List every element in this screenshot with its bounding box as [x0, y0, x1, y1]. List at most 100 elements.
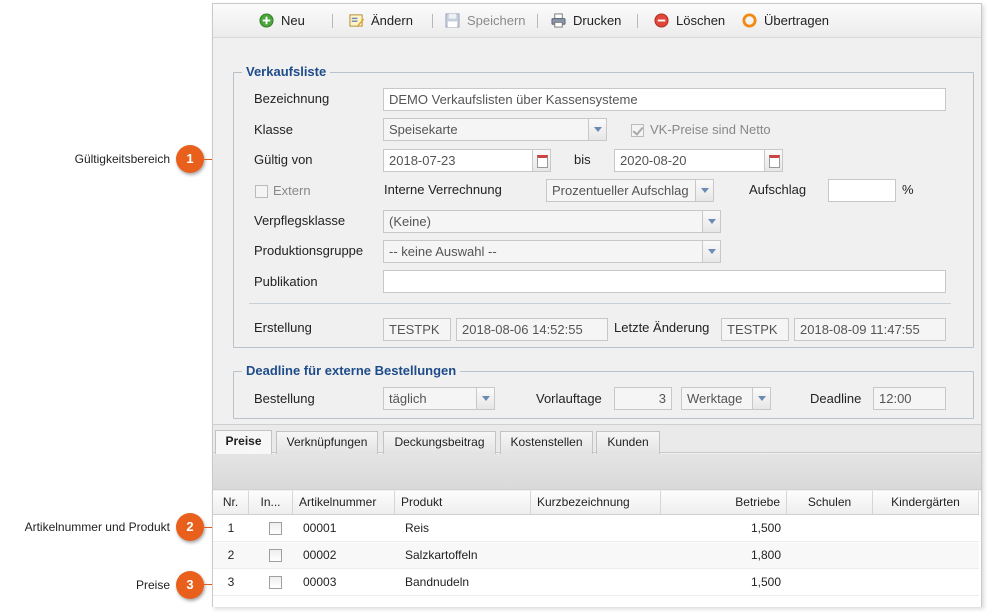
- tab-bar: Preise Verknüpfungen Deckungsbeitrag Kos…: [213, 424, 981, 454]
- publikation-label: Publikation: [254, 274, 318, 289]
- column-header-schulen[interactable]: Schulen: [787, 491, 873, 515]
- vk-netto-checkbox[interactable]: [631, 124, 644, 137]
- column-header-betriebe[interactable]: Betriebe: [661, 491, 787, 515]
- cell-betriebe: 1,800: [750, 548, 781, 562]
- plus-icon: [259, 13, 274, 28]
- cell-artikelnummer: 00001: [303, 521, 337, 535]
- verpflegsklasse-select[interactable]: (Keine): [383, 210, 721, 233]
- divider: [249, 303, 951, 304]
- cell-betriebe: 1,500: [750, 575, 781, 589]
- interne-verrechnung-select[interactable]: Prozentueller Aufschlag: [546, 179, 714, 202]
- table-row[interactable]: 2 00002 Salzkartoffeln 1,800: [213, 543, 979, 569]
- bestellung-select[interactable]: täglich: [383, 387, 495, 410]
- aenderung-date: 2018-08-09 11:47:55: [794, 318, 946, 341]
- calendar-icon[interactable]: [532, 150, 550, 171]
- column-header-produkt[interactable]: Produkt: [395, 491, 531, 515]
- bezeichnung-input[interactable]: DEMO Verkaufslisten über Kassensysteme: [383, 88, 946, 111]
- tab-kostenstellen[interactable]: Kostenstellen: [500, 431, 593, 454]
- chevron-down-icon[interactable]: [752, 388, 770, 409]
- interne-verrechnung-value: Prozentueller Aufschlag: [552, 183, 689, 198]
- vorlauftage-label: Vorlauftage: [536, 391, 602, 406]
- fieldset-deadline: Deadline für externe Bestellungen: [233, 363, 974, 419]
- print-button-label: Drucken: [573, 13, 622, 28]
- minus-circle-icon: [654, 13, 669, 28]
- row-checkbox[interactable]: [269, 522, 282, 535]
- cell-produkt: Reis: [405, 521, 430, 535]
- cell-schulen: [787, 570, 873, 596]
- tage-typ-value: Werktage: [687, 391, 743, 406]
- table-row[interactable]: 3 00003 Bandnudeln 1,500: [213, 570, 979, 596]
- deadline-input[interactable]: 12:00: [873, 387, 946, 410]
- chevron-down-icon[interactable]: [695, 180, 713, 201]
- cell-schulen: [787, 516, 873, 542]
- cell-nr: 1: [227, 521, 235, 535]
- toolbar-separator: [332, 14, 333, 28]
- tab-preise[interactable]: Preise: [215, 430, 272, 454]
- aufschlag-input[interactable]: [828, 179, 896, 202]
- chevron-down-icon[interactable]: [476, 388, 494, 409]
- gueltig-von-input[interactable]: 2018-07-23: [383, 149, 551, 172]
- fieldset-legend: Deadline für externe Bestellungen: [242, 363, 461, 378]
- publikation-input[interactable]: [383, 270, 946, 293]
- bestellung-value: täglich: [389, 391, 427, 406]
- tab-kunden[interactable]: Kunden: [596, 431, 660, 454]
- cell-betriebe: 1,500: [750, 521, 781, 535]
- cell-kindergaerten: [873, 570, 979, 596]
- chevron-down-icon[interactable]: [588, 119, 606, 140]
- extern-label: Extern: [273, 183, 311, 198]
- column-header-in[interactable]: In...: [249, 491, 293, 515]
- erstellung-user: TESTPK: [383, 318, 451, 341]
- callout-label-preise: Preise: [135, 578, 170, 592]
- calendar-icon[interactable]: [764, 150, 782, 171]
- cell-nr: 3: [227, 575, 235, 589]
- gueltig-von-value: 2018-07-23: [389, 153, 456, 168]
- delete-button-label: Löschen: [676, 13, 726, 28]
- erstellung-label: Erstellung: [254, 320, 312, 335]
- column-header-kindergaerten[interactable]: Kindergärten: [873, 491, 979, 515]
- cell-artikelnummer: 00003: [303, 575, 337, 589]
- cell-kurzbezeichnung: [531, 543, 661, 569]
- row-checkbox[interactable]: [269, 549, 282, 562]
- cell-artikelnummer: 00002: [303, 548, 337, 562]
- cell-kindergaerten: [873, 516, 979, 542]
- table-row[interactable]: 1 00001 Reis 1,500: [213, 516, 979, 542]
- save-button-label: Speichern: [467, 13, 526, 28]
- cell-kurzbezeichnung: [531, 516, 661, 542]
- bis-label: bis: [574, 152, 591, 167]
- chevron-down-icon[interactable]: [702, 241, 720, 262]
- verpflegsklasse-value: (Keine): [389, 214, 431, 229]
- callout-badge-1: 1: [176, 145, 204, 173]
- produktionsgruppe-select[interactable]: -- keine Auswahl --: [383, 240, 721, 263]
- column-header-artikelnummer[interactable]: Artikelnummer: [293, 491, 395, 515]
- bezeichnung-label: Bezeichnung: [254, 91, 330, 106]
- callout-label-gueltigkeit: Gültigkeitsbereich: [74, 152, 170, 166]
- gueltig-bis-input[interactable]: 2020-08-20: [614, 149, 783, 172]
- cell-produkt: Bandnudeln: [405, 575, 470, 589]
- erstellung-date: 2018-08-06 14:52:55: [456, 318, 608, 341]
- vorlauftage-input[interactable]: 3: [614, 387, 672, 410]
- column-header-nr[interactable]: Nr.: [213, 491, 249, 515]
- edit-button-label: Ändern: [371, 13, 413, 28]
- produktionsgruppe-value: -- keine Auswahl --: [389, 244, 497, 259]
- chevron-down-icon[interactable]: [702, 211, 720, 232]
- ring-icon: [742, 13, 757, 28]
- fieldset-legend: Verkaufsliste: [242, 64, 331, 79]
- tage-typ-select[interactable]: Werktage: [681, 387, 771, 410]
- callout-label-artikel: Artikelnummer und Produkt: [24, 520, 170, 534]
- gueltig-bis-value: 2020-08-20: [620, 153, 687, 168]
- callout-badge-3: 3: [176, 571, 204, 599]
- percent-label: %: [902, 182, 914, 197]
- bestellung-label: Bestellung: [254, 391, 315, 406]
- sales-list-window: Neu Ändern Speichern Drucken Löschen Übe…: [212, 3, 982, 607]
- tab-deckungsbeitrag[interactable]: Deckungsbeitrag: [383, 431, 496, 454]
- extern-checkbox[interactable]: [255, 185, 268, 198]
- toolbar-separator: [537, 14, 538, 28]
- produktionsgruppe-label: Produktionsgruppe: [254, 243, 364, 258]
- aufschlag-label: Aufschlag: [749, 182, 807, 197]
- cell-produkt: Salzkartoffeln: [405, 548, 478, 562]
- klasse-select[interactable]: Speisekarte: [383, 118, 607, 141]
- tab-verknuepfungen[interactable]: Verknüpfungen: [276, 431, 378, 454]
- toolbar-separator: [432, 14, 433, 28]
- row-checkbox[interactable]: [269, 576, 282, 589]
- column-header-kurzbezeichnung[interactable]: Kurzbezeichnung: [531, 491, 661, 515]
